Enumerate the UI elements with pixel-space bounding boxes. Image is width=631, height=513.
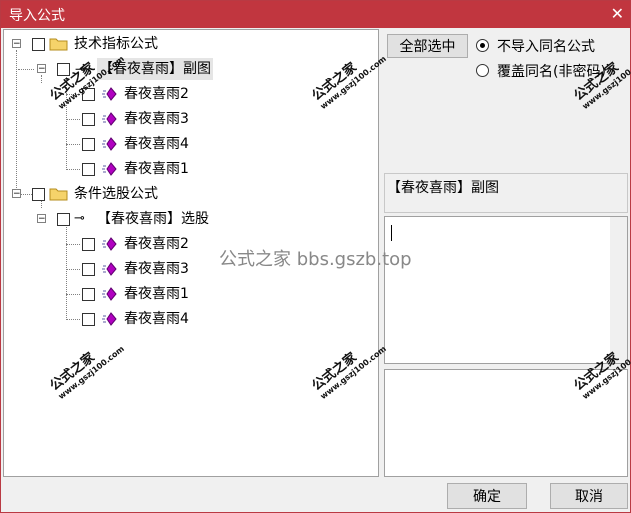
overwrite-same-name-label: 覆盖同名(非密码): [497, 64, 606, 80]
scrollbar[interactable]: [610, 217, 627, 363]
formula-diamond-icon: [102, 237, 117, 251]
close-icon[interactable]: ✕: [611, 4, 624, 23]
tree-item-label: 【春夜喜雨】选股: [97, 211, 209, 227]
formula-description-textarea[interactable]: [384, 216, 628, 364]
tree-leaf[interactable]: 春夜喜雨2: [4, 83, 224, 105]
tree-item-formula[interactable]: − ⊸ 【春夜喜雨】选股: [4, 208, 244, 230]
text-caret: [391, 225, 392, 241]
group-checkbox[interactable]: [32, 188, 45, 201]
group-checkbox[interactable]: [32, 38, 45, 51]
leaf-checkbox[interactable]: [82, 263, 95, 276]
import-formula-dialog: 导入公式 ✕ − 技术指标公式 − ⊸ 【春夜喜雨】副图 春夜喜雨2 春夜喜雨3…: [0, 0, 631, 513]
tree-leaf-label: 春夜喜雨1: [124, 161, 189, 177]
collapse-icon[interactable]: −: [12, 189, 21, 199]
folder-icon: [49, 188, 68, 201]
ok-button[interactable]: 确定: [447, 483, 527, 509]
tree-group-label: 技术指标公式: [74, 36, 158, 52]
leaf-checkbox[interactable]: [82, 288, 95, 301]
skip-same-name-radio[interactable]: [476, 39, 489, 52]
formula-source-textarea[interactable]: [384, 369, 628, 477]
collapse-icon[interactable]: −: [37, 214, 46, 224]
tree-leaf-label: 春夜喜雨2: [124, 236, 189, 252]
formula-diamond-icon: [102, 112, 117, 126]
tree-leaf[interactable]: 春夜喜雨2: [4, 233, 224, 255]
tree-leaf-label: 春夜喜雨2: [124, 86, 189, 102]
formula-diamond-icon: [102, 162, 117, 176]
tree-item-label: 【春夜喜雨】副图: [97, 58, 213, 80]
tree-group-condition-stock[interactable]: − 条件选股公式: [4, 183, 204, 205]
collapse-icon[interactable]: −: [37, 64, 46, 74]
tree-leaf[interactable]: 春夜喜雨3: [4, 108, 224, 130]
formula-type-icon: ⊸: [75, 62, 86, 76]
formula-tree[interactable]: − 技术指标公式 − ⊸ 【春夜喜雨】副图 春夜喜雨2 春夜喜雨3 春夜喜雨4 …: [3, 29, 379, 477]
formula-checkbox[interactable]: [57, 63, 70, 76]
tree-leaf-label: 春夜喜雨4: [124, 136, 189, 152]
tree-item-formula[interactable]: − ⊸ 【春夜喜雨】副图: [4, 58, 244, 80]
folder-icon: [49, 38, 68, 51]
window-title: 导入公式: [9, 8, 65, 24]
tree-leaf-label: 春夜喜雨3: [124, 261, 189, 277]
tree-leaf-label: 春夜喜雨4: [124, 311, 189, 327]
leaf-checkbox[interactable]: [82, 313, 95, 326]
tree-leaf[interactable]: 春夜喜雨3: [4, 258, 224, 280]
formula-diamond-icon: [102, 312, 117, 326]
formula-diamond-icon: [102, 137, 117, 151]
tree-leaf[interactable]: 春夜喜雨4: [4, 133, 224, 155]
key-icon: ⊸: [74, 211, 85, 226]
select-all-button[interactable]: 全部选中: [387, 34, 468, 58]
leaf-checkbox[interactable]: [82, 113, 95, 126]
title-bar: 导入公式 ✕: [1, 1, 630, 28]
leaf-checkbox[interactable]: [82, 238, 95, 251]
collapse-icon[interactable]: −: [12, 39, 21, 49]
tree-group-label: 条件选股公式: [74, 186, 158, 202]
leaf-checkbox[interactable]: [82, 88, 95, 101]
formula-checkbox[interactable]: [57, 213, 70, 226]
formula-diamond-icon: [102, 287, 117, 301]
selected-formula-info: 【春夜喜雨】副图: [384, 173, 628, 213]
tree-leaf[interactable]: 春夜喜雨1: [4, 283, 224, 305]
tree-leaf[interactable]: 春夜喜雨1: [4, 158, 224, 180]
skip-same-name-label: 不导入同名公式: [497, 39, 595, 55]
selected-formula-label: 【春夜喜雨】副图: [387, 180, 499, 196]
overwrite-same-name-radio[interactable]: [476, 64, 489, 77]
leaf-checkbox[interactable]: [82, 163, 95, 176]
tree-leaf-label: 春夜喜雨3: [124, 111, 189, 127]
tree-group-technical-indicator[interactable]: − 技术指标公式: [4, 33, 204, 55]
formula-diamond-icon: [102, 262, 117, 276]
tree-leaf[interactable]: 春夜喜雨4: [4, 308, 224, 330]
leaf-checkbox[interactable]: [82, 138, 95, 151]
formula-diamond-icon: [102, 87, 117, 101]
cancel-button[interactable]: 取消: [550, 483, 628, 509]
tree-leaf-label: 春夜喜雨1: [124, 286, 189, 302]
